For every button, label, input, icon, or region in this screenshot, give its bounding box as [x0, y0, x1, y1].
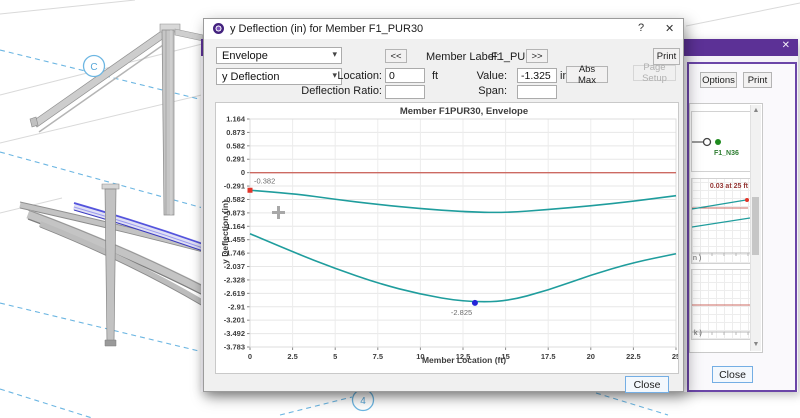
plot-type-value: y Deflection	[222, 71, 279, 83]
chevron-down-icon: ▾	[332, 49, 337, 60]
tick-label-y: -3.783	[224, 343, 245, 352]
node-diagram-card[interactable]: F1_N36	[691, 111, 751, 172]
scrollbar[interactable]: ▲ ▼	[750, 105, 761, 351]
node-diagram	[692, 112, 750, 171]
abs-max-button[interactable]: Abs Max	[566, 66, 608, 83]
close-icon-dialog[interactable]: ✕	[665, 22, 674, 35]
crosshair-cursor	[272, 206, 285, 219]
span-input[interactable]	[517, 85, 557, 99]
span-label: Span:	[466, 85, 507, 97]
next-member-button[interactable]: >>	[526, 49, 548, 63]
close-button-dialog[interactable]: Close	[625, 376, 669, 393]
deflection-ratio-input[interactable]	[385, 85, 425, 99]
value-label: Value:	[459, 70, 507, 82]
dialog: y Deflection (in) for Member F1_PUR30 ? …	[203, 18, 684, 392]
annotation-marker	[248, 188, 253, 193]
app-icon	[213, 23, 224, 34]
print-button-panel[interactable]: Print	[743, 72, 772, 88]
dialog-title: y Deflection (in) for Member F1_PUR30	[230, 23, 423, 35]
chart-title: Member F1PUR30, Envelope	[250, 106, 678, 117]
results-scroll-area: F1_N36 0.03 at 25 ft n )	[689, 103, 763, 353]
deflection-mini-card[interactable]: 0.03 at 25 ft n )	[691, 178, 751, 264]
node-open-circle	[704, 139, 711, 146]
mini-max-marker	[745, 198, 749, 202]
prev-member-button[interactable]: <<	[385, 49, 407, 63]
scroll-up-icon[interactable]: ▲	[751, 106, 761, 116]
grid-bubble-4-label: 4	[360, 396, 366, 407]
location-unit: ft	[432, 70, 438, 82]
annotation-label: -0.382	[254, 176, 275, 185]
beam	[162, 29, 203, 215]
location-input[interactable]	[385, 68, 425, 83]
tick-label-y: -2.91	[228, 302, 245, 311]
tick-label-y: 0	[241, 168, 245, 177]
chart-svg: 1.1640.8730.5820.2910-0.291-0.582-0.873-…	[216, 103, 678, 373]
result-set-dropdown[interactable]: Envelope ▾	[216, 47, 342, 64]
beam	[102, 184, 119, 346]
grid-bubble-c-label: C	[90, 62, 97, 73]
help-button[interactable]: ?	[638, 22, 644, 34]
mini-deflection-plot	[692, 179, 750, 263]
y-axis-label: y Deflection (in)	[220, 167, 230, 297]
deflection-ratio-label: Deflection Ratio:	[294, 85, 382, 97]
grid-bubble-c: C	[84, 56, 105, 77]
result-set-value: Envelope	[222, 50, 268, 62]
mini-axis-label-k: k )	[694, 330, 702, 337]
mini-axis-label-in: n )	[693, 255, 701, 262]
screen: { "cad": { "bubble_c": "C", "bubble_4": …	[0, 0, 800, 418]
node-label: F1_N36	[714, 150, 739, 157]
chart-panel: Member F1PUR30, Envelope y Deflection (i…	[215, 102, 679, 374]
scrollbar-thumb[interactable]	[752, 197, 759, 255]
tick-label-y: 0.291	[226, 155, 245, 164]
node-green-dot	[715, 139, 721, 145]
location-label: Location:	[322, 70, 382, 82]
dialog-titlebar[interactable]: y Deflection (in) for Member F1_PUR30 ? …	[204, 19, 683, 39]
tick-label-y: 1.164	[226, 115, 246, 124]
mini-force-plot	[692, 270, 750, 339]
annotation-marker	[472, 300, 478, 306]
grid-bubble-4: 4	[353, 390, 374, 411]
x-axis-label: Member Location (ft)	[250, 355, 678, 365]
force-mini-card[interactable]: k )	[691, 269, 751, 340]
beam	[30, 24, 180, 132]
tick-label-y: 0.582	[226, 141, 245, 150]
page-setup-button[interactable]: Page Setup	[633, 65, 676, 81]
close-icon[interactable]: ✕	[782, 40, 790, 51]
tick-label-y: -3.201	[224, 316, 245, 325]
scroll-down-icon[interactable]: ▼	[751, 340, 761, 350]
close-button-panel[interactable]: Close	[712, 366, 753, 383]
member-label-caption: Member Label:	[426, 51, 499, 63]
annotation-label: -2.825	[451, 308, 472, 317]
value-input[interactable]	[517, 68, 557, 83]
tick-label-y: 0.873	[226, 128, 245, 137]
options-button[interactable]: Options	[700, 72, 737, 88]
tick-label-y: -3.492	[224, 329, 245, 338]
